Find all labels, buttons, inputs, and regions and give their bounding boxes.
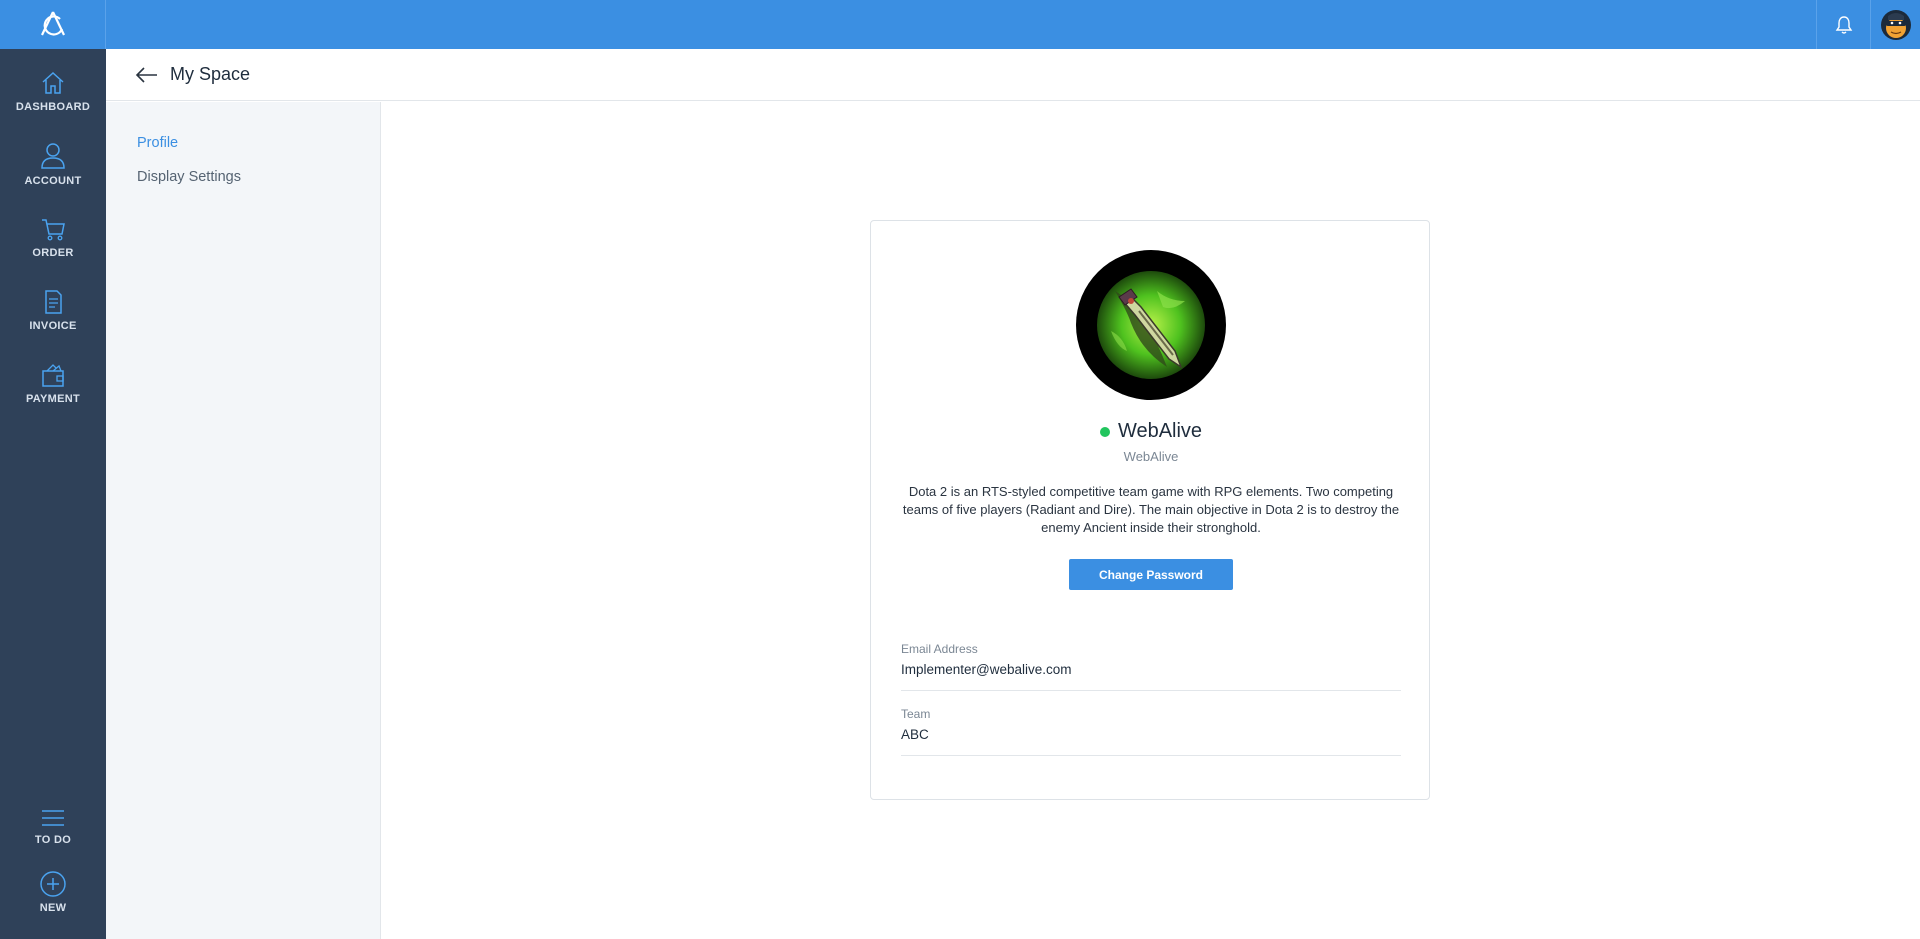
email-field: Email Address Implementer@webalive.com: [901, 642, 1401, 691]
profile-name-row: WebAlive: [871, 420, 1431, 443]
subnav-item-profile[interactable]: Profile: [137, 135, 178, 151]
plus-circle-icon: [40, 871, 66, 897]
nav-label: INVOICE: [29, 320, 77, 332]
nav-label: NEW: [39, 902, 67, 914]
nav-label: ACCOUNT: [24, 175, 82, 187]
document-icon: [45, 290, 62, 314]
nav-label: TO DO: [34, 834, 72, 846]
nav-label: PAYMENT: [25, 393, 81, 405]
page-header: My Space: [106, 49, 1920, 101]
cart-icon: [42, 219, 65, 241]
profile-bio: Dota 2 is an RTS-styled competitive team…: [902, 484, 1400, 535]
change-password-button[interactable]: Change Password: [1069, 559, 1233, 590]
nav-item-invoice[interactable]: INVOICE: [0, 288, 106, 332]
back-button[interactable]: [134, 63, 160, 87]
nav-item-todo[interactable]: TO DO: [0, 806, 106, 846]
nav-item-new[interactable]: NEW: [0, 870, 106, 914]
profile-sub-sidebar: Profile Display Settings: [106, 102, 381, 939]
notifications-button[interactable]: [1816, 0, 1870, 49]
team-field: Team ABC: [901, 707, 1401, 756]
nav-item-dashboard[interactable]: DASHBOARD: [0, 69, 106, 113]
nav-label: ORDER: [32, 247, 74, 259]
home-icon: [42, 71, 64, 94]
wallet-icon: [42, 364, 64, 387]
user-icon: [41, 143, 65, 169]
top-bar: [0, 0, 1920, 49]
profile-card: WebAlive WebAlive Dota 2 is an RTS-style…: [870, 220, 1430, 800]
user-avatar-button[interactable]: [1870, 0, 1920, 49]
nav-item-account[interactable]: ACCOUNT: [0, 141, 106, 187]
profile-username: WebAlive: [1123, 449, 1179, 464]
app-logo[interactable]: [0, 0, 106, 49]
nav-item-payment[interactable]: PAYMENT: [0, 361, 106, 405]
page-title: My Space: [170, 64, 251, 84]
profile-avatar-image: [1097, 271, 1205, 379]
email-field-value: Implementer@webalive.com: [901, 662, 1072, 677]
team-field-value: ABC: [901, 727, 929, 742]
user-avatar-icon: [1880, 9, 1911, 40]
logo-icon: [40, 11, 65, 36]
email-field-label: Email Address: [901, 642, 978, 656]
team-field-label: Team: [901, 707, 931, 721]
bell-icon: [1835, 15, 1852, 34]
arrow-left-icon: [135, 67, 157, 83]
profile-display-name: WebAlive: [1117, 420, 1203, 442]
subnav-item-display-settings[interactable]: Display Settings: [137, 169, 241, 185]
profile-avatar: [1076, 250, 1226, 400]
left-navigation: DASHBOARD ACCOUNT ORDER INVOICE PAYMENT: [0, 49, 106, 939]
menu-icon: [42, 810, 64, 826]
nav-label: DASHBOARD: [15, 101, 91, 113]
nav-item-order[interactable]: ORDER: [0, 215, 106, 259]
online-status-icon: [1099, 426, 1110, 437]
